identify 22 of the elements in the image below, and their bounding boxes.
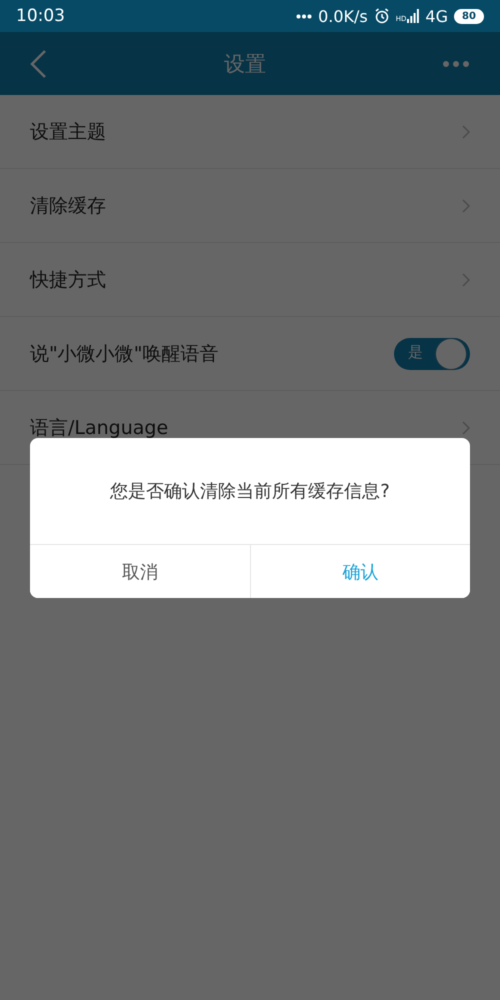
chevron-right-icon (462, 272, 470, 286)
page-title: 设置 (224, 50, 266, 78)
dialog-message: 您是否确认清除当前所有缓存信息? (110, 480, 390, 503)
setting-item[interactable]: 说"小微小微"唤醒语音 是 (30, 317, 470, 390)
setting-item[interactable]: 语言/Language (30, 391, 470, 464)
more-button[interactable] (442, 60, 470, 68)
more-dots-icon (296, 14, 312, 18)
setting-item[interactable]: 设置主题 (30, 95, 470, 168)
back-button[interactable] (28, 48, 48, 78)
network-type: 4G (425, 6, 448, 26)
network-speed: 0.0K/s (318, 6, 368, 26)
chevron-right-icon (462, 198, 470, 212)
chevron-right-icon (462, 124, 470, 138)
toggle-switch[interactable]: 是 (394, 338, 470, 370)
battery-indicator: 80 (454, 8, 484, 24)
setting-item[interactable]: 清除缓存 (30, 169, 470, 242)
alarm-icon (374, 8, 390, 24)
confirm-button[interactable]: 确认 (250, 545, 470, 598)
status-time: 10:03 (16, 6, 65, 26)
signal-icon (407, 9, 420, 23)
setting-item[interactable]: 快捷方式 (30, 243, 470, 316)
chevron-right-icon (462, 420, 470, 434)
